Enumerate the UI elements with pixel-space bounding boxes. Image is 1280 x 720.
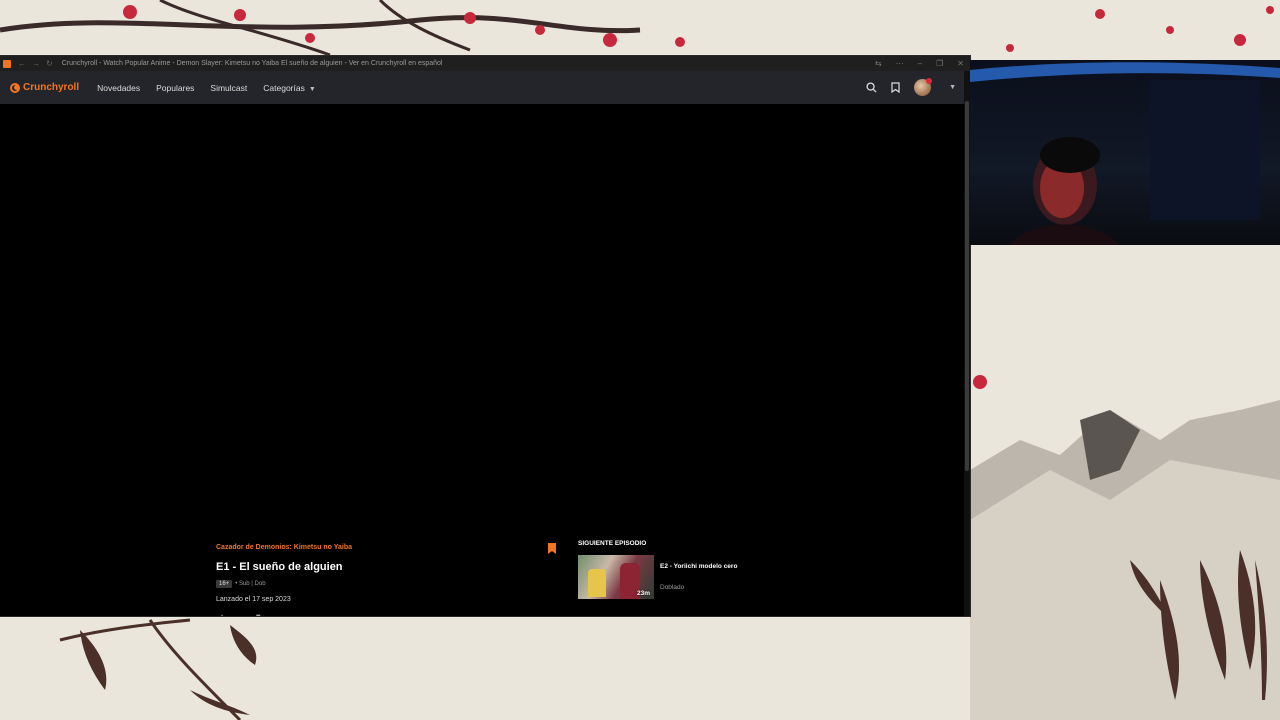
window-controls: ⇆ ⋯ – ❐ ✕ xyxy=(875,56,964,71)
next-episode-thumbnail[interactable]: 23m xyxy=(578,555,654,599)
thumbnail-figure xyxy=(588,569,606,597)
next-episode-duration: 23m xyxy=(636,590,650,597)
navbar-actions: ▼ xyxy=(866,71,956,104)
maturity-rating-badge: 16+ xyxy=(216,580,233,588)
avatar[interactable] xyxy=(914,78,933,96)
bookmark-icon[interactable] xyxy=(891,82,900,93)
next-episode-label: SIGUIENTE EPISODIO xyxy=(578,540,647,547)
video-player[interactable] xyxy=(0,104,964,576)
release-date: Lanzado el 17 sep 2023 xyxy=(216,596,291,603)
chevron-down-icon: ▼ xyxy=(308,85,316,93)
back-icon[interactable]: ← xyxy=(18,59,26,68)
forward-icon[interactable]: → xyxy=(32,59,40,68)
nav-categorias-label: Categorías xyxy=(263,82,305,93)
more-icon[interactable]: ⋯ xyxy=(896,59,904,68)
episode-meta: 16+ • Sub | Dob xyxy=(216,580,266,588)
nav-novedades[interactable]: Novedades xyxy=(97,83,140,93)
notification-dot xyxy=(926,78,933,84)
close-icon[interactable]: ✕ xyxy=(957,59,964,68)
translate-icon[interactable]: ⇆ xyxy=(875,59,882,68)
scrollbar-thumb[interactable] xyxy=(965,101,969,471)
episode-title: E1 - El sueño de alguien xyxy=(216,561,343,573)
bookmark-icon[interactable] xyxy=(548,543,556,554)
nav-simulcast[interactable]: Simulcast xyxy=(210,83,247,93)
streamer-image xyxy=(970,62,1280,245)
title-bar: ← → ↻ Crunchyroll - Watch Popular Anime … xyxy=(0,56,970,71)
share-icon[interactable]: ■ xyxy=(256,612,291,616)
logo-icon xyxy=(10,82,20,93)
crunchyroll-logo[interactable]: Crunchyroll xyxy=(10,82,79,93)
minimize-icon[interactable]: – xyxy=(918,59,922,68)
next-episode-title[interactable]: E2 - Yoriichi modelo cero xyxy=(660,563,737,570)
reload-icon[interactable]: ↻ xyxy=(46,59,53,68)
restore-icon[interactable]: ❐ xyxy=(936,59,943,68)
nav-categorias[interactable]: Categorías ▼ xyxy=(263,83,316,93)
search-icon[interactable] xyxy=(866,82,877,93)
navbar: Crunchyroll Novedades Populares Simulcas… xyxy=(0,71,964,104)
like-icon[interactable]: ▲ xyxy=(218,612,256,616)
nav-populares[interactable]: Populares xyxy=(156,83,194,93)
window-title: Crunchyroll - Watch Popular Anime - Demo… xyxy=(61,60,443,67)
profile-menu-chevron-icon[interactable]: ▼ xyxy=(949,84,956,91)
browser-window: ← → ↻ Crunchyroll - Watch Popular Anime … xyxy=(0,56,970,616)
favicon-icon xyxy=(3,59,11,68)
next-episode-subtitle: Doblado xyxy=(660,584,685,591)
audio-info: • Sub | Dob xyxy=(235,581,266,587)
webcam-overlay xyxy=(970,60,1280,245)
episode-actions: ▲■ xyxy=(218,612,291,616)
series-link[interactable]: Cazador de Demonios: Kimetsu no Yaiba xyxy=(216,544,352,551)
